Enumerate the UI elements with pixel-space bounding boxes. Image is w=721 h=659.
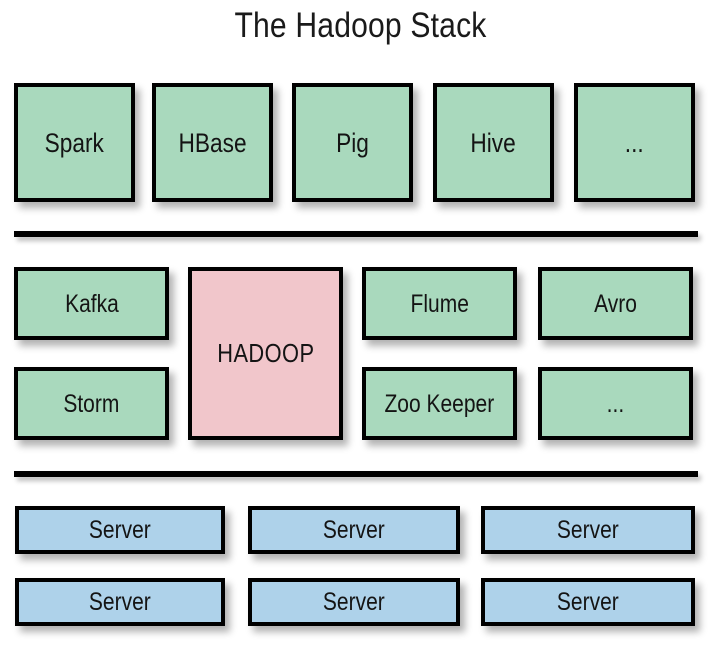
platform-box-label: Storm — [63, 389, 120, 418]
diagram-title: The Hadoop Stack — [234, 6, 487, 45]
platform-box-avro[interactable]: Avro — [538, 267, 693, 340]
tool-box-label: Spark — [44, 127, 105, 158]
platform-box-storm[interactable]: Storm — [14, 367, 169, 440]
tool-box-pig[interactable]: Pig — [292, 83, 413, 202]
server-box-label: Server — [89, 588, 151, 616]
tool-box-more[interactable]: ... — [574, 83, 695, 202]
tool-box-hive[interactable]: Hive — [433, 83, 554, 202]
platform-box-zookeeper[interactable]: Zoo Keeper — [362, 367, 517, 440]
server-box[interactable]: Server — [248, 578, 460, 626]
server-box[interactable]: Server — [481, 506, 695, 554]
server-box[interactable]: Server — [248, 506, 460, 554]
layer-divider-lower — [14, 471, 698, 477]
tool-box-spark[interactable]: Spark — [14, 83, 135, 202]
platform-box-label: ... — [606, 389, 625, 418]
layer-divider-upper — [14, 231, 698, 237]
tool-box-label: ... — [625, 127, 644, 158]
hadoop-stack-diagram: The Hadoop Stack Spark HBase Pig Hive ..… — [0, 0, 721, 659]
server-box-label: Server — [557, 588, 619, 616]
platform-box-kafka[interactable]: Kafka — [14, 267, 169, 340]
server-box[interactable]: Server — [481, 578, 695, 626]
platform-box-label: Flume — [410, 289, 469, 318]
platform-box-more[interactable]: ... — [538, 367, 693, 440]
platform-box-label: Zoo Keeper — [384, 389, 495, 418]
server-box[interactable]: Server — [15, 506, 225, 554]
platform-core-label: HADOOP — [216, 338, 315, 368]
server-box-label: Server — [323, 588, 385, 616]
server-box-label: Server — [557, 516, 619, 544]
server-box[interactable]: Server — [15, 578, 225, 626]
platform-box-label: Avro — [594, 289, 637, 318]
tool-box-label: Pig — [336, 127, 369, 158]
platform-box-label: Kafka — [64, 289, 119, 318]
tool-box-hbase[interactable]: HBase — [152, 83, 273, 202]
platform-box-hadoop-core[interactable]: HADOOP — [188, 267, 343, 440]
server-box-label: Server — [323, 516, 385, 544]
platform-box-flume[interactable]: Flume — [362, 267, 517, 340]
server-box-label: Server — [89, 516, 151, 544]
tool-box-label: Hive — [470, 127, 517, 158]
tool-box-label: HBase — [178, 127, 247, 158]
